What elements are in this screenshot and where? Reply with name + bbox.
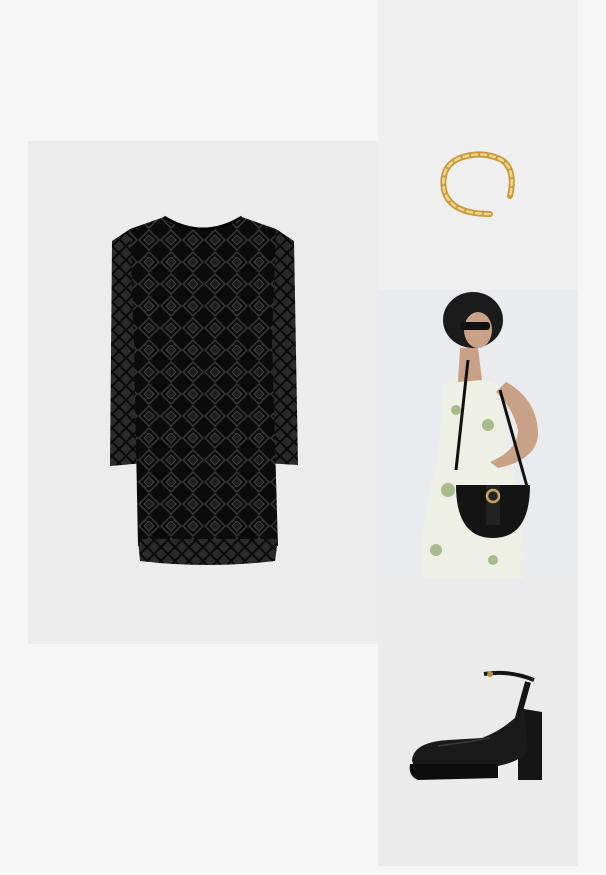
bracelet-image [440,151,515,217]
dress-image [110,215,298,565]
bag-product-tile[interactable] [378,290,578,578]
outfit-collage [0,0,606,875]
bracelet-product-tile[interactable] [378,0,578,290]
bag-image [422,292,538,578]
shoe-image [409,670,542,780]
dress-product-tile[interactable] [28,141,378,644]
shoe-product-tile[interactable] [378,578,578,866]
